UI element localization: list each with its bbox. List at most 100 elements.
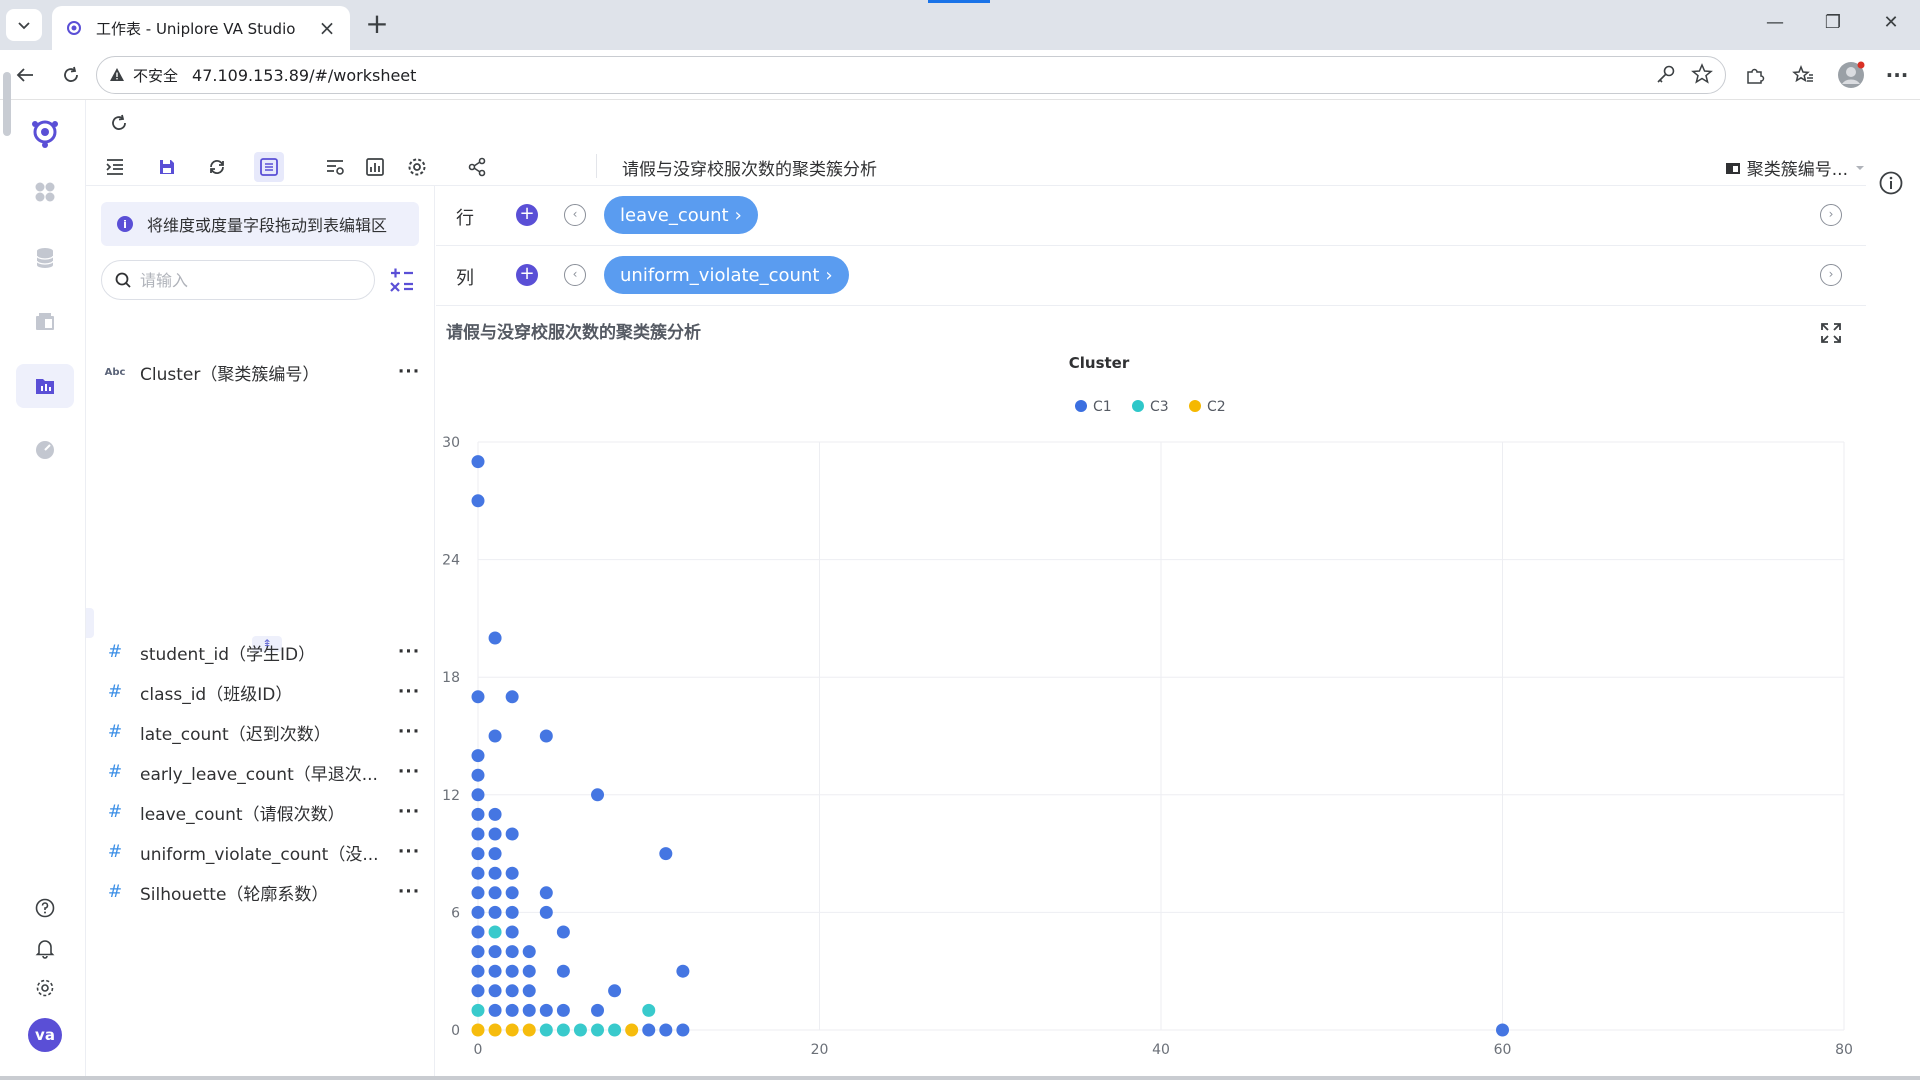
number-type-icon: # [107,882,123,902]
data-point [591,1023,605,1037]
data-point [522,984,536,998]
extensions-button[interactable] [1740,60,1770,90]
gear-icon [408,158,426,176]
data-point [488,807,502,821]
reload-button[interactable] [56,60,86,90]
profile-button[interactable] [1836,60,1866,90]
legend-label: C3 [1150,399,1169,415]
tab-list-button[interactable] [6,9,42,41]
data-point [608,1023,622,1037]
restore-button[interactable]: ❐ [1818,12,1848,36]
star-icon[interactable] [1691,63,1713,85]
back-button[interactable] [10,60,40,90]
calculated-field-button[interactable] [388,266,418,296]
chevron-left-icon[interactable]: ‹ [564,204,586,226]
add-column-field-button[interactable]: + [516,264,538,286]
panel-collapse-handle[interactable] [86,608,94,638]
new-tab-button[interactable]: + [362,10,392,40]
app-favicon-icon [64,18,84,38]
favorites-button[interactable] [1788,60,1818,90]
dataset-icon [1725,162,1740,174]
refresh-button[interactable] [104,108,134,138]
measure-field[interactable]: # uniform_violate_count（没... ··· [102,836,422,868]
close-tab-icon[interactable]: × [316,16,338,40]
chart-settings-button[interactable] [402,152,432,182]
nav-apps[interactable] [16,170,74,214]
scrollbar-handle[interactable] [3,72,11,136]
minimize-button[interactable]: — [1760,12,1790,36]
more-icon[interactable]: ··· [396,882,422,902]
nav-worksheet[interactable] [16,364,74,408]
measure-field[interactable]: # Silhouette（轮廓系数） ··· [102,876,422,908]
key-icon[interactable] [1655,63,1677,85]
data-point [471,886,485,900]
dimension-field[interactable]: Abc Cluster（聚类簇编号） ··· [102,356,422,388]
browser-menu-button[interactable]: ··· [1882,60,1912,90]
nav-notifications[interactable] [16,926,74,970]
data-point [488,905,502,919]
data-point [659,847,673,861]
left-nav-rail: va [0,72,86,1080]
column-field-pill[interactable]: uniform_violate_count › [604,256,849,294]
sync-button[interactable] [202,152,232,182]
worksheet-toolbar: 请假与没穿校服次数的聚类簇分析 聚类簇编号... [86,146,1866,186]
data-point [539,729,553,743]
measure-field[interactable]: # late_count（迟到次数） ··· [102,716,422,748]
share-button[interactable] [462,152,492,182]
nav-dataset[interactable] [16,300,74,344]
toggle-panel-button[interactable] [100,152,130,182]
nav-settings[interactable] [16,966,74,1010]
chevron-right-icon[interactable]: › [1820,204,1842,226]
more-icon[interactable]: ··· [396,682,422,702]
chevron-right-icon[interactable]: › [1820,264,1842,286]
browser-tab-active[interactable]: 工作表 - Uniplore VA Studio × [52,6,350,50]
data-point [488,925,502,939]
data-point [471,455,485,469]
data-point [1496,1023,1509,1037]
app-root: va 请假与没穿校服次数的聚类簇分析 聚类簇编号... i 将维度或度量字段拖动… [0,72,1920,1080]
row-shelf: 行 + ‹ leave_count › › [436,186,1866,246]
nav-dashboard[interactable] [16,428,74,472]
refresh-icon [112,114,126,130]
data-point [539,905,553,919]
more-icon[interactable]: ··· [396,722,422,742]
info-button[interactable] [1878,170,1906,198]
more-icon[interactable]: ··· [396,362,422,382]
more-icon[interactable]: ··· [396,842,422,862]
chart-type-button[interactable] [360,152,390,182]
measure-field[interactable]: # class_id（班级ID） ··· [102,676,422,708]
app-logo[interactable] [16,110,74,154]
data-point [471,964,485,978]
nav-help[interactable] [16,886,74,930]
row-field-pill[interactable]: leave_count › [604,196,758,234]
data-point [488,631,502,645]
nav-datasource[interactable] [16,236,74,280]
y-tick-label: 6 [451,905,460,921]
measure-field[interactable]: # early_leave_count（早退次... ··· [102,756,422,788]
data-view-button[interactable] [254,152,284,182]
more-icon[interactable]: ··· [396,762,422,782]
more-icon[interactable]: ··· [396,802,422,822]
user-avatar[interactable]: va [28,1018,62,1052]
data-point [573,1023,587,1037]
y-tick-label: 30 [442,435,460,451]
measure-field[interactable]: # student_id（学生ID） ··· [102,636,422,668]
address-bar[interactable]: 不安全 47.109.153.89/#/worksheet [96,56,1726,94]
data-point [488,729,502,743]
more-icon[interactable]: ··· [396,642,422,662]
field-search-input[interactable] [140,270,340,290]
add-row-field-button[interactable]: + [516,204,538,226]
close-window-button[interactable]: ✕ [1876,12,1906,36]
y-tick-label: 0 [451,1023,460,1039]
save-button[interactable] [152,152,182,182]
data-point [471,1023,485,1037]
scatter-chart[interactable]: 0 6 12 18 24 30 0 20 40 60 80 Cluster C1 C3 C2 [436,306,1866,1080]
data-point [505,1003,519,1017]
filter-settings-button[interactable] [320,152,350,182]
chevron-left-icon[interactable]: ‹ [564,264,586,286]
reload-icon [64,66,78,82]
dataset-selector[interactable]: 聚类簇编号... [1725,155,1866,180]
y-tick-label: 24 [442,553,460,569]
data-point [505,984,519,998]
measure-field[interactable]: # leave_count（请假次数） ··· [102,796,422,828]
